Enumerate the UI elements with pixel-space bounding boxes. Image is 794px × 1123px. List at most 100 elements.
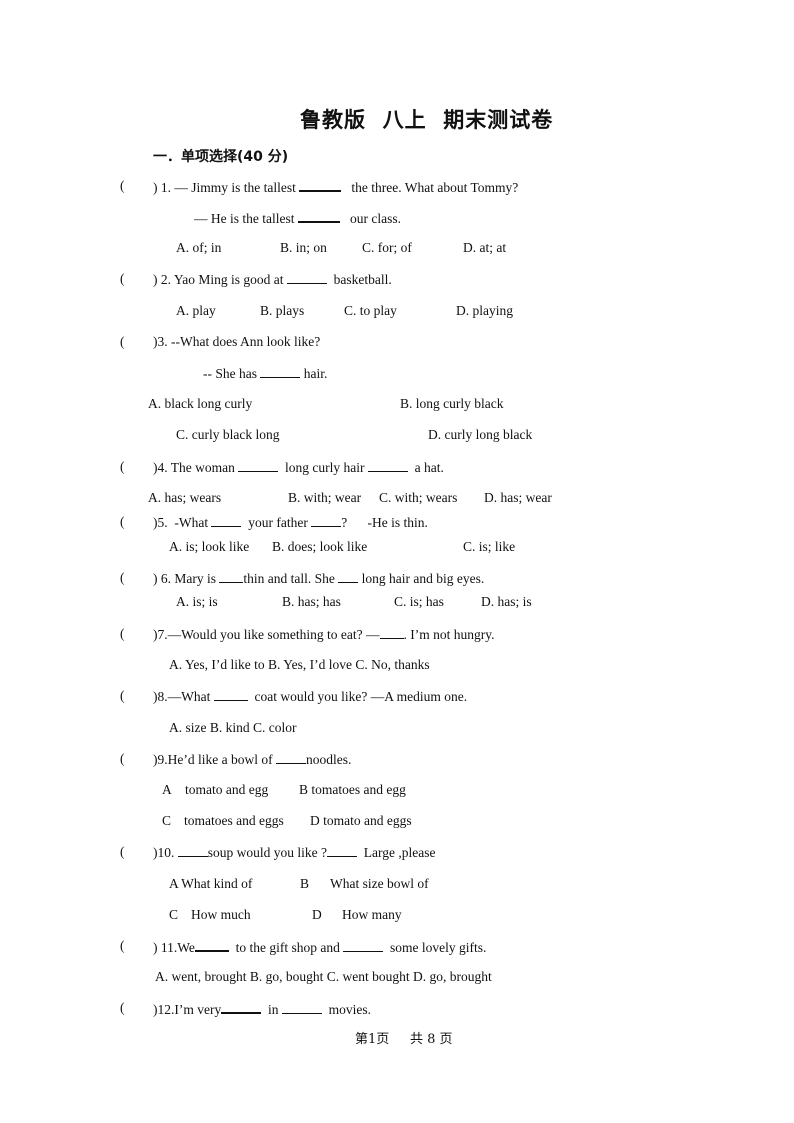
answer-blank[interactable]	[297, 209, 340, 223]
stem-text: noodles.	[305, 752, 352, 767]
stem-text: hair.	[300, 366, 328, 381]
answer-paren-open[interactable]: (	[120, 626, 125, 642]
stem-text: long curly hair	[281, 460, 368, 475]
option-c-letter: C	[162, 813, 172, 828]
option-a: tomato and egg	[185, 782, 269, 797]
answer-paren-open[interactable]: (	[120, 514, 125, 530]
option-b: B. plays	[260, 303, 305, 318]
answer-paren-open[interactable]: (	[120, 334, 125, 350]
option-d: D. playing	[456, 303, 513, 318]
question-number: 1.	[160, 180, 171, 195]
stem-text: to the gift shop and	[232, 940, 344, 955]
option-c: C. with; wears	[379, 490, 458, 505]
stem-text: I’m very	[174, 1002, 222, 1017]
question-stem-reply: — He is the tallest our class.	[194, 209, 401, 227]
stem-text: — Jimmy is the tallest	[174, 180, 300, 195]
stem-text: -- She has	[203, 366, 261, 381]
option-c: tomatoes and eggs	[184, 813, 284, 828]
stem-text: a hat.	[411, 460, 444, 475]
question-number: 10.	[157, 845, 175, 860]
stem-text: soup would you like ?	[207, 845, 327, 860]
question-number: 12.	[157, 1002, 175, 1017]
stem-text: in	[264, 1002, 282, 1017]
answer-blank[interactable]	[177, 844, 208, 857]
answer-paren-open[interactable]: (	[120, 570, 125, 586]
answer-paren-close: )	[153, 571, 158, 586]
question-number: 8.	[157, 689, 168, 704]
option-d-letter: D	[312, 907, 322, 922]
question-stem: )3. --What does Ann look like?	[153, 334, 320, 350]
option-a: A. has; wears	[148, 490, 222, 505]
option-b: B. with; wear	[288, 490, 362, 505]
stem-text: thin and tall. She	[243, 571, 339, 586]
question-stem: )12.I’m very in movies.	[153, 1000, 371, 1018]
question-stem: )9.He’d like a bowl of noodles.	[153, 751, 351, 768]
stem-text: —What	[167, 689, 214, 704]
stem-text: —Would you like something to eat? —	[167, 627, 380, 642]
stem-text: --What does Ann look like?	[171, 334, 321, 349]
question-number: 4.	[157, 460, 168, 475]
option-a: A. of; in	[176, 240, 222, 255]
answer-blank[interactable]	[211, 514, 242, 527]
answer-blank[interactable]	[286, 271, 327, 284]
option-c: C. curly black long	[176, 427, 280, 442]
option-c: C. to play	[344, 303, 397, 318]
stem-text: movies.	[325, 1002, 371, 1017]
answer-blank[interactable]	[260, 365, 301, 378]
option-b-letter: B	[300, 876, 310, 891]
question-stem: ) 6. Mary is thin and tall. She long hai…	[153, 570, 484, 587]
option-b: B. long curly black	[400, 396, 504, 411]
option-d: D. at; at	[463, 240, 507, 255]
answer-blank[interactable]	[299, 178, 342, 192]
answer-blank[interactable]	[311, 514, 342, 527]
option-b: B tomatoes and egg	[299, 782, 406, 797]
answer-blank[interactable]	[213, 688, 248, 701]
answer-blank[interactable]	[238, 459, 279, 472]
option-b: B. in; on	[280, 240, 327, 255]
answer-blank[interactable]	[194, 938, 229, 952]
option-d: D. has; is	[481, 594, 532, 609]
question-number: 9.	[157, 752, 168, 767]
options-line: A. went, brought B. go, bought C. went b…	[155, 969, 492, 984]
answer-blank[interactable]	[327, 844, 357, 857]
option-c-letter: C	[169, 907, 179, 922]
stem-text: We	[177, 940, 195, 955]
answer-paren-open[interactable]: (	[120, 271, 125, 287]
answer-paren-open[interactable]: (	[120, 459, 125, 475]
option-b: B. does; look like	[272, 539, 368, 554]
answer-blank[interactable]	[275, 751, 306, 764]
stem-text: Large ,please	[360, 845, 436, 860]
options-line: A. Yes, I’d like to B. Yes, I’d love C. …	[169, 657, 430, 672]
question-stem: )10. soup would you like ? Large ,please	[153, 844, 435, 861]
option-b: What size bowl of	[330, 876, 429, 891]
stem-text: -He is thin.	[367, 515, 428, 530]
answer-paren-open[interactable]: (	[120, 844, 125, 860]
question-number: 5.	[157, 515, 168, 530]
answer-blank[interactable]	[367, 459, 408, 472]
answer-blank[interactable]	[281, 1001, 322, 1014]
answer-blank[interactable]	[343, 939, 384, 952]
answer-paren-open[interactable]: (	[120, 1000, 125, 1016]
stem-text: our class.	[346, 211, 401, 226]
section-heading: 一．单项选择(40 分)	[153, 149, 289, 165]
answer-blank[interactable]	[221, 1000, 262, 1014]
answer-paren-close: )	[153, 272, 158, 287]
answer-paren-open[interactable]: (	[120, 178, 125, 194]
answer-blank[interactable]	[379, 626, 404, 639]
answer-paren-open[interactable]: (	[120, 938, 125, 954]
question-stem: ) 11.We to the gift shop and some lovely…	[153, 938, 486, 956]
answer-paren-open[interactable]: (	[120, 688, 125, 704]
question-stem: )7.—Would you like something to eat? —. …	[153, 626, 495, 643]
stem-text: He’d like a bowl of	[167, 752, 276, 767]
question-stem: ) 1. — Jimmy is the tallest the three. W…	[153, 178, 518, 196]
answer-blank[interactable]	[338, 570, 359, 583]
stem-text: some lovely gifts.	[386, 940, 487, 955]
stem-text: Mary is	[174, 571, 220, 586]
stem-text: coat would you like? —A medium one.	[251, 689, 468, 704]
answer-blank[interactable]	[219, 570, 244, 583]
page-number: 第1页	[355, 1032, 390, 1047]
answer-paren-close: )	[153, 180, 158, 195]
answer-paren-open[interactable]: (	[120, 751, 125, 767]
stem-text: basketball.	[330, 272, 392, 287]
option-a: A. black long curly	[148, 396, 253, 411]
